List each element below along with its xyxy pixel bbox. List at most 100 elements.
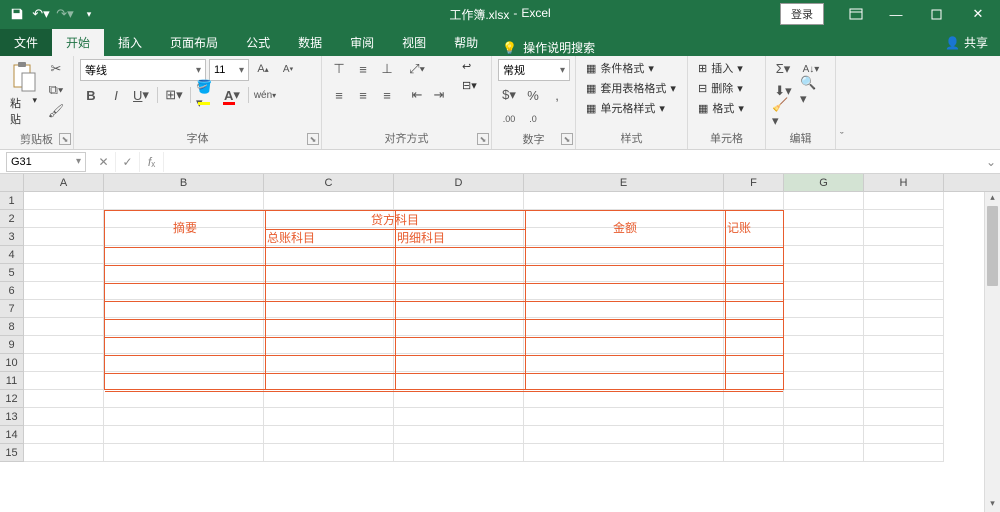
cell-G3[interactable]	[784, 228, 864, 246]
share-button[interactable]: 👤 共享	[933, 29, 1000, 56]
font-color-button[interactable]: A▾	[221, 85, 243, 105]
clipboard-dialog-launcher[interactable]: ⬊	[59, 133, 71, 145]
column-header-G[interactable]: G	[784, 174, 864, 191]
name-box[interactable]: G31	[6, 152, 86, 172]
cell-G9[interactable]	[784, 336, 864, 354]
row-header-1[interactable]: 1	[0, 192, 24, 210]
format-cells-button[interactable]: ▦格式 ▾	[694, 99, 748, 117]
cell-D14[interactable]	[394, 426, 524, 444]
paste-button[interactable]: 粘贴▾	[6, 59, 41, 129]
row-header-8[interactable]: 8	[0, 318, 24, 336]
cell-H6[interactable]	[864, 282, 944, 300]
comma-format-button[interactable]: ,	[546, 85, 568, 105]
cell-D12[interactable]	[394, 390, 524, 408]
minimize-button[interactable]: —	[876, 0, 916, 28]
cell-G15[interactable]	[784, 444, 864, 462]
border-button[interactable]: ⊞▾	[163, 85, 185, 105]
underline-button[interactable]: U▾	[130, 85, 152, 105]
cell-G11[interactable]	[784, 372, 864, 390]
tab-home[interactable]: 开始	[52, 29, 104, 56]
cell-A4[interactable]	[24, 246, 104, 264]
column-header-C[interactable]: C	[264, 174, 394, 191]
cell-A7[interactable]	[24, 300, 104, 318]
row-header-10[interactable]: 10	[0, 354, 24, 372]
cell-H3[interactable]	[864, 228, 944, 246]
cell-A15[interactable]	[24, 444, 104, 462]
close-button[interactable]: ✕	[956, 0, 1000, 28]
increase-indent-button[interactable]: ⇥	[428, 85, 450, 105]
copy-button[interactable]: ⧉▾	[45, 80, 67, 100]
cell-A14[interactable]	[24, 426, 104, 444]
cell-C15[interactable]	[264, 444, 394, 462]
cell-B14[interactable]	[104, 426, 264, 444]
tab-help[interactable]: 帮助	[440, 29, 492, 56]
formula-input[interactable]	[170, 152, 982, 172]
cell-G10[interactable]	[784, 354, 864, 372]
row-header-5[interactable]: 5	[0, 264, 24, 282]
tell-me-search[interactable]: 💡 操作说明搜索	[492, 39, 605, 56]
cell-A6[interactable]	[24, 282, 104, 300]
tab-view[interactable]: 视图	[388, 29, 440, 56]
cell-G6[interactable]	[784, 282, 864, 300]
customize-qat-icon[interactable]: ▾	[78, 3, 100, 25]
cell-H15[interactable]	[864, 444, 944, 462]
cell-G1[interactable]	[784, 192, 864, 210]
merge-center-button[interactable]: ⊟▾	[458, 78, 481, 93]
row-header-7[interactable]: 7	[0, 300, 24, 318]
tab-insert[interactable]: 插入	[104, 29, 156, 56]
orientation-button[interactable]: ⤢▾	[406, 59, 428, 79]
cell-F12[interactable]	[724, 390, 784, 408]
tab-file[interactable]: 文件	[0, 29, 52, 56]
cell-G2[interactable]	[784, 210, 864, 228]
cell-B15[interactable]	[104, 444, 264, 462]
cell-A10[interactable]	[24, 354, 104, 372]
font-name-select[interactable]: 等线	[80, 59, 206, 81]
cell-F14[interactable]	[724, 426, 784, 444]
column-header-B[interactable]: B	[104, 174, 264, 191]
cell-A13[interactable]	[24, 408, 104, 426]
row-header-11[interactable]: 11	[0, 372, 24, 390]
cell-E15[interactable]	[524, 444, 724, 462]
redo-icon[interactable]: ↷▾	[54, 3, 76, 25]
cell-B13[interactable]	[104, 408, 264, 426]
cell-E14[interactable]	[524, 426, 724, 444]
number-dialog-launcher[interactable]: ⬊	[561, 133, 573, 145]
ribbon-display-options-icon[interactable]	[836, 0, 876, 28]
cell-H10[interactable]	[864, 354, 944, 372]
delete-cells-button[interactable]: ⊟删除 ▾	[694, 79, 747, 97]
cell-H12[interactable]	[864, 390, 944, 408]
row-header-4[interactable]: 4	[0, 246, 24, 264]
cell-A2[interactable]	[24, 210, 104, 228]
cell-A9[interactable]	[24, 336, 104, 354]
column-header-F[interactable]: F	[724, 174, 784, 191]
wrap-text-button[interactable]: ↩	[458, 59, 481, 74]
alignment-dialog-launcher[interactable]: ⬊	[477, 133, 489, 145]
cell-A8[interactable]	[24, 318, 104, 336]
cell-D13[interactable]	[394, 408, 524, 426]
column-header-A[interactable]: A	[24, 174, 104, 191]
increase-decimal-button[interactable]: .00	[498, 109, 520, 129]
cell-F15[interactable]	[724, 444, 784, 462]
tab-page-layout[interactable]: 页面布局	[156, 29, 232, 56]
collapse-ribbon-button[interactable]: ˇ	[836, 56, 850, 149]
tab-review[interactable]: 审阅	[336, 29, 388, 56]
cell-C14[interactable]	[264, 426, 394, 444]
cell-G5[interactable]	[784, 264, 864, 282]
cut-button[interactable]: ✂	[45, 59, 67, 79]
cell-G4[interactable]	[784, 246, 864, 264]
insert-function-button[interactable]: fₓ	[140, 152, 164, 172]
cell-G14[interactable]	[784, 426, 864, 444]
cell-D15[interactable]	[394, 444, 524, 462]
column-header-E[interactable]: E	[524, 174, 724, 191]
cell-H13[interactable]	[864, 408, 944, 426]
align-right-button[interactable]: ≡	[376, 85, 398, 105]
cell-H2[interactable]	[864, 210, 944, 228]
decrease-decimal-button[interactable]: .0	[522, 109, 544, 129]
cell-E12[interactable]	[524, 390, 724, 408]
format-as-table-button[interactable]: ▦套用表格格式▾	[582, 79, 680, 97]
tab-data[interactable]: 数据	[284, 29, 336, 56]
cell-F1[interactable]	[724, 192, 784, 210]
tab-formulas[interactable]: 公式	[232, 29, 284, 56]
select-all-corner[interactable]	[0, 174, 24, 191]
phonetic-button[interactable]: wén▾	[254, 85, 276, 105]
